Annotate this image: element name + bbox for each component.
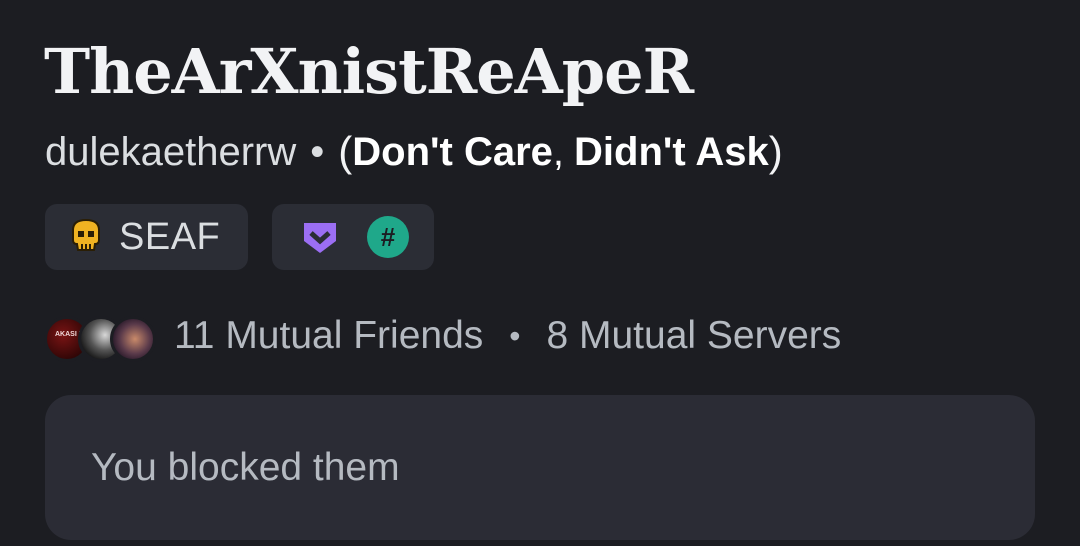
blocked-notice-text: You blocked them bbox=[91, 445, 400, 489]
pronouns-part-2: Didn't Ask bbox=[574, 129, 769, 174]
mutuals-row: AKASI RYO 11 Mutual Friends • 8 Mutual S… bbox=[44, 306, 841, 366]
avatar bbox=[110, 316, 156, 362]
mutual-servers-link[interactable]: 8 Mutual Servers bbox=[546, 314, 841, 358]
hashtag-badge-glyph: # bbox=[367, 216, 409, 258]
username[interactable]: dulekaetherrw bbox=[45, 130, 296, 175]
blocked-notice: You blocked them bbox=[45, 395, 1035, 540]
pronouns-close-bracket: ) bbox=[768, 128, 783, 175]
pronouns-part-1: Don't Care bbox=[352, 129, 553, 174]
pronouns-comma: , bbox=[552, 129, 565, 174]
pronouns-open-bracket: ( bbox=[338, 128, 353, 175]
skull-icon bbox=[67, 216, 119, 259]
shield-chevron-badge-icon[interactable] bbox=[298, 215, 342, 259]
mutual-friends-link[interactable]: 11 Mutual Friends bbox=[174, 314, 483, 358]
mutuals-separator: • bbox=[509, 317, 521, 354]
badges-chip: # bbox=[272, 204, 434, 270]
server-tag-chip[interactable]: SEAF bbox=[45, 204, 248, 270]
display-name: TheArXnistReApeR bbox=[44, 35, 694, 108]
profile-subline: dulekaetherrw • ( Don't Care , Didn't As… bbox=[45, 126, 783, 178]
separator-dot: • bbox=[310, 129, 325, 174]
hashtag-badge-icon[interactable]: # bbox=[366, 215, 410, 259]
mutual-avatars[interactable]: AKASI RYO bbox=[44, 310, 162, 362]
server-tag-label: SEAF bbox=[119, 215, 221, 258]
